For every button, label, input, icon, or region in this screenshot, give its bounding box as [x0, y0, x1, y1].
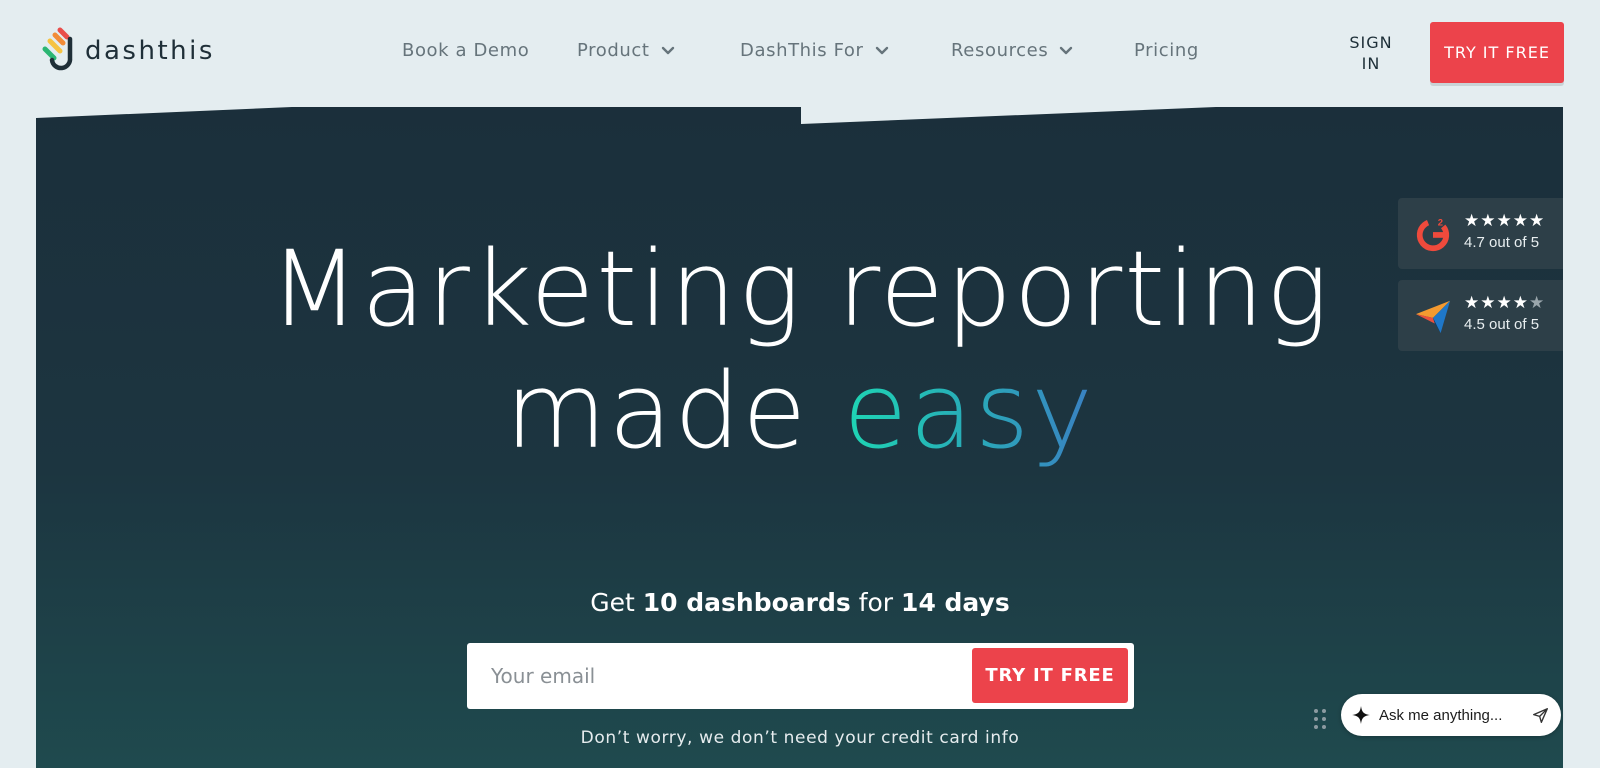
- chat-widget[interactable]: Ask me anything...: [1341, 694, 1561, 736]
- rating-score: 4.7 out of 5: [1464, 234, 1540, 251]
- brand-name: dashthis: [85, 36, 215, 66]
- rating-stars: ★★★★★: [1464, 211, 1546, 230]
- trial-offer: Get 10 dashboards for 14 days: [0, 588, 1600, 617]
- hero-headline: Marketing reporting: [269, 228, 1331, 350]
- capterra-rating-badge[interactable]: ★★★★★ 4.5 out of 5: [1398, 280, 1563, 351]
- send-icon[interactable]: [1532, 707, 1549, 724]
- nav-label: Book a Demo: [402, 40, 530, 61]
- try-it-free-button[interactable]: TRY IT FREE: [1430, 22, 1564, 83]
- offer-prefix: Get: [590, 588, 643, 617]
- dashthis-logo-icon: [42, 27, 73, 71]
- nav-item-resources[interactable]: Resources: [951, 40, 1073, 61]
- chevron-down-icon: [875, 46, 888, 54]
- headline-highlight: easy: [843, 350, 1095, 472]
- rating-score: 4.5 out of 5: [1464, 316, 1540, 333]
- nav-label: DashThis For: [740, 40, 864, 61]
- chevron-down-icon: [661, 46, 674, 54]
- g2-logo-icon: 2: [1416, 217, 1450, 252]
- drag-handle-icon[interactable]: [1313, 708, 1327, 730]
- nav-label: Pricing: [1134, 40, 1199, 61]
- try-it-free-submit-button[interactable]: TRY IT FREE: [972, 648, 1128, 703]
- nav-item-dashthis-for[interactable]: DashThis For: [740, 40, 889, 61]
- capterra-logo-icon: [1415, 300, 1451, 334]
- nav-item-product[interactable]: Product: [577, 40, 675, 61]
- nav-label: Resources: [951, 40, 1049, 61]
- headline-prefix: made: [505, 350, 844, 472]
- dashthis-logo[interactable]: dashthis: [35, 27, 215, 73]
- chat-input-placeholder[interactable]: Ask me anything...: [1379, 707, 1532, 724]
- nav-label: Product: [577, 40, 650, 61]
- nav-item-book-a-demo[interactable]: Book a Demo: [402, 40, 529, 61]
- g2-rating-badge[interactable]: 2 ★★★★★ 4.7 out of 5: [1398, 198, 1563, 269]
- offer-dashboards: 10 dashboards: [642, 588, 851, 617]
- offer-days: 14 days: [901, 588, 1010, 617]
- sparkle-icon: [1352, 706, 1370, 724]
- nav-item-pricing[interactable]: Pricing: [1134, 40, 1199, 61]
- svg-text:2: 2: [1438, 217, 1443, 228]
- chevron-down-icon: [1060, 46, 1073, 54]
- sign-in-link[interactable]: SIGN IN: [1342, 32, 1400, 74]
- hero-headline-line2: made easy: [0, 350, 1600, 472]
- email-input[interactable]: [467, 643, 967, 709]
- offer-middle: for: [850, 588, 902, 617]
- rating-stars: ★★★★★: [1464, 293, 1546, 312]
- signup-form: TRY IT FREE: [467, 643, 1134, 709]
